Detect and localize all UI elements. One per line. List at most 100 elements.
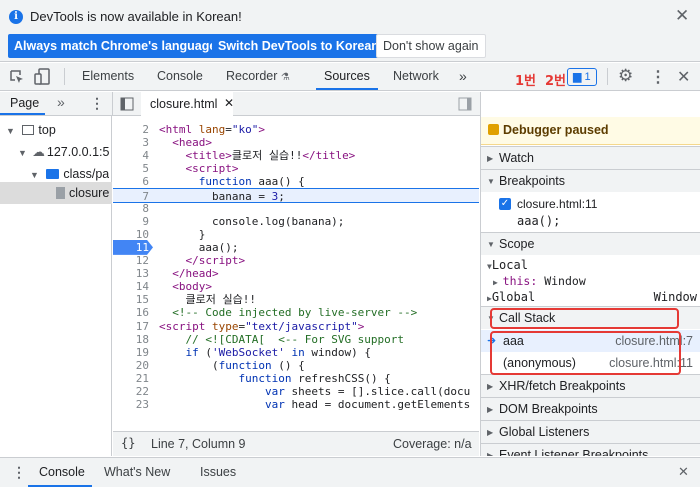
expand-arrow-icon: ▼ <box>18 148 27 158</box>
language-infobar: i DevTools is now available in Korean! ✕… <box>0 0 700 62</box>
file-navigator: ▼ top ▼ ☁ 127.0.0.1:5 ▼ class/pa closure <box>0 116 112 456</box>
toggle-debugger-icon[interactable] <box>458 97 472 111</box>
inspect-element-icon[interactable] <box>9 69 25 85</box>
debugger-sidebar: Debugger paused ▶ Watch ▼ Breakpoints ✓ cl… <box>480 92 700 456</box>
device-toolbar-icon[interactable] <box>34 68 52 86</box>
paused-text: Debugger paused <box>503 123 609 137</box>
scope-section[interactable]: ▼ Scope <box>481 232 700 255</box>
dom-breakpoints-section[interactable]: ▶ DOM Breakpoints <box>481 397 700 420</box>
collapsed-arrow-icon: ▶ <box>487 154 494 163</box>
watch-section[interactable]: ▶ Watch <box>481 146 700 169</box>
issues-badge[interactable]: ▆ 1 <box>567 68 597 86</box>
xhr-label: XHR/fetch Breakpoints <box>499 379 626 393</box>
dont-show-again-button[interactable]: Don't show again <box>376 34 486 58</box>
breakpoint-file[interactable]: closure.html:11 <box>517 197 597 211</box>
folder-icon <box>46 169 60 179</box>
tree-label-folder: class/pa <box>63 167 110 181</box>
scope-local[interactable]: ▼Local <box>487 258 528 272</box>
expanded-arrow-icon: ▼ <box>487 240 495 249</box>
tab-page[interactable]: Page <box>10 96 39 110</box>
listeners-label: Global Listeners <box>499 425 590 439</box>
drawer-tabbar: ⋮ Console What's New Issues ✕ <box>0 457 700 487</box>
breakpoints-section[interactable]: ▼ Breakpoints <box>481 169 700 192</box>
tab-elements[interactable]: Elements <box>82 63 134 90</box>
drawer-menu-icon[interactable]: ⋮ <box>12 464 26 481</box>
close-drawer-icon[interactable]: ✕ <box>678 464 689 480</box>
tree-item-host[interactable]: ▼ ☁ 127.0.0.1:5 <box>18 141 109 163</box>
dom-label: DOM Breakpoints <box>499 402 598 416</box>
tree-item-file[interactable]: closure <box>0 182 112 204</box>
breakpoint-checkbox[interactable]: ✓ <box>499 198 511 210</box>
scope-this[interactable]: ▶ this: Window <box>493 274 586 288</box>
scope-this-key: this: <box>502 274 538 288</box>
tab-recorder-label: Recorder <box>226 69 278 83</box>
event-label: Event Listener Breakpoints <box>499 448 649 456</box>
devtools-tabbar: Elements Console Recorder ⚗ Sources Netw… <box>0 63 700 91</box>
close-devtools-icon[interactable]: ✕ <box>677 67 690 87</box>
scope-this-value: Window <box>544 274 586 288</box>
line-number[interactable]: 23 <box>113 397 153 412</box>
collapsed-arrow-icon: ▶ <box>487 428 494 437</box>
event-listener-breakpoints-section[interactable]: ▶ Event Listener Breakpoints <box>481 443 700 456</box>
paused-icon <box>488 124 499 135</box>
tab-console[interactable]: Console <box>157 63 203 90</box>
scope-global-value: Window <box>653 290 697 304</box>
scope-label: Scope <box>499 237 535 251</box>
drawer-tab-whats-new[interactable]: What's New <box>104 465 170 479</box>
code-text: var head = document.getElements <box>264 398 471 412</box>
frame-icon <box>22 125 35 135</box>
breakpoint-code: aaa(); <box>517 214 561 228</box>
editor-statusbar: {} Line 7, Column 9 Coverage: n/a <box>113 431 479 456</box>
tree-label-top: top <box>38 123 56 137</box>
close-editor-tab-icon[interactable]: ✕ <box>224 96 234 110</box>
expand-arrow-icon: ▼ <box>6 126 15 136</box>
navigator-menu-icon[interactable]: ⋮ <box>90 95 104 112</box>
more-tabs-icon[interactable]: » <box>459 63 467 90</box>
kebab-menu-icon[interactable]: ⋮ <box>650 67 666 87</box>
collapsed-arrow-icon: ▶ <box>487 451 494 456</box>
call-stack-highlight <box>490 308 679 329</box>
scope-local-label: Local <box>491 258 528 272</box>
tree-label-file: closure <box>69 186 110 200</box>
file-icon <box>56 187 65 199</box>
tree-label-host: 127.0.0.1:5 <box>46 145 110 159</box>
drawer-tab-issues[interactable]: Issues <box>200 465 236 479</box>
scope-global[interactable]: ▶Global Window <box>487 290 697 304</box>
call-frames-highlight <box>490 331 681 375</box>
code-line[interactable]: 23 var head = document.getElements <box>113 397 479 412</box>
toggle-navigator-icon[interactable] <box>120 97 134 111</box>
paused-banner: Debugger paused <box>481 117 700 145</box>
annotation-label-1: 1번 <box>515 74 537 89</box>
global-listeners-section[interactable]: ▶ Global Listeners <box>481 420 700 443</box>
scope-global-label: Global <box>491 290 536 304</box>
breakpoints-label: Breakpoints <box>499 174 566 188</box>
collapsed-arrow-icon: ▶ <box>493 278 503 287</box>
tree-item-top[interactable]: ▼ top <box>6 119 56 141</box>
expand-arrow-icon: ▼ <box>30 170 39 180</box>
toolbar-divider <box>607 68 608 85</box>
cloud-icon: ☁ <box>32 145 45 159</box>
watch-label: Watch <box>499 151 534 165</box>
editor-tab-closure[interactable]: closure.html <box>150 97 217 111</box>
switch-to-korean-button[interactable]: Switch DevTools to Korean <box>212 34 385 58</box>
collapsed-arrow-icon: ▶ <box>487 382 494 391</box>
infobar-message: DevTools is now available in Korean! <box>30 9 242 24</box>
tab-recorder[interactable]: Recorder ⚗ <box>226 63 290 90</box>
tab-sources[interactable]: Sources <box>316 63 378 90</box>
settings-gear-icon[interactable]: ⚙ <box>618 66 633 86</box>
drawer-tab-console[interactable]: Console <box>39 465 85 479</box>
navigator-more-icon[interactable]: » <box>57 94 65 110</box>
cursor-position: Line 7, Column 9 <box>151 437 246 451</box>
flask-icon: ⚗ <box>280 72 290 83</box>
pretty-print-icon[interactable]: {} <box>121 436 135 450</box>
message-icon: ▆ <box>573 71 582 83</box>
close-icon[interactable]: ✕ <box>675 6 689 26</box>
collapsed-arrow-icon: ▶ <box>487 405 494 414</box>
code-editor[interactable]: 2 <html lang="ko"> 3 <head> 4 <title>클로저 실습… <box>113 116 479 456</box>
expanded-arrow-icon: ▼ <box>487 177 495 186</box>
xhr-breakpoints-section[interactable]: ▶ XHR/fetch Breakpoints <box>481 374 700 397</box>
tab-network[interactable]: Network <box>393 63 439 90</box>
annotation-label-2: 2번 <box>545 74 567 89</box>
coverage-status: Coverage: n/a <box>393 437 472 451</box>
always-match-language-button[interactable]: Always match Chrome's language <box>8 34 223 58</box>
